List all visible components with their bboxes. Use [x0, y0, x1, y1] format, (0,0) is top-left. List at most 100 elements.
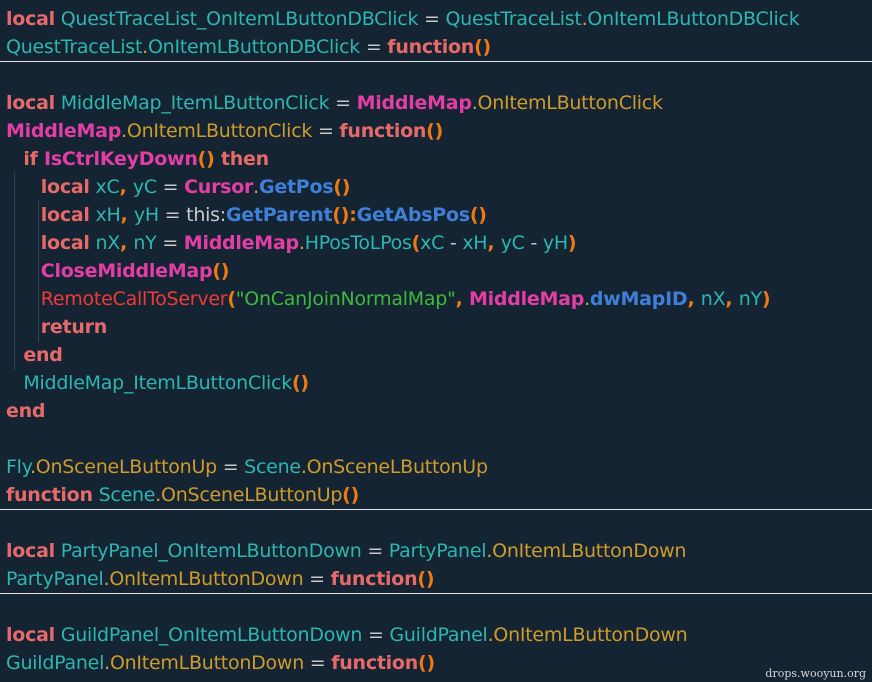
code-line[interactable]: function Scene.OnSceneLButtonUp() [6, 481, 359, 509]
code-token: OnItemLButtonDown [492, 540, 687, 562]
code-token: local [6, 624, 55, 646]
code-token: , [120, 232, 134, 254]
code-token: dwMapID [589, 288, 688, 310]
code-line[interactable]: local QuestTraceList_OnItemLButtonDBClic… [6, 5, 800, 33]
code-token: , [119, 176, 133, 198]
code-token: (): [332, 204, 357, 226]
code-token: PartyPanel [6, 568, 104, 590]
code-token: () [212, 260, 230, 282]
code-token: OnItemLButtonDown [109, 568, 304, 590]
code-editor[interactable]: local QuestTraceList_OnItemLButtonDBClic… [0, 0, 872, 682]
code-token: OnItemLButtonDBClick [587, 8, 800, 30]
code-token: OnItemLButtonDown [109, 652, 304, 674]
code-token: yC [500, 232, 525, 254]
code-token: - [444, 232, 463, 254]
code-token: function [330, 568, 418, 590]
code-token: = [304, 652, 332, 674]
code-token: Cursor [184, 176, 254, 198]
code-token: GetParent [225, 204, 333, 226]
code-token: CloseMiddleMap [40, 260, 213, 282]
code-token: QuestTraceList [6, 36, 143, 58]
code-line[interactable]: MiddleMap.OnItemLButtonClick = function(… [6, 117, 443, 145]
code-token: function [6, 484, 93, 506]
code-token: ) [567, 232, 577, 254]
code-token: , [725, 288, 739, 310]
code-token: MiddleMap [183, 232, 299, 254]
code-token: local [6, 8, 55, 30]
code-token: RemoteCallToServer [40, 288, 228, 310]
code-line[interactable]: QuestTraceList.OnItemLButtonDBClick = fu… [6, 33, 491, 61]
code-token: = [329, 92, 357, 114]
code-token: local [40, 176, 90, 198]
code-line[interactable]: if IsCtrlKeyDown() then [6, 145, 269, 173]
code-token: ( [227, 288, 236, 310]
code-token: () [469, 204, 487, 226]
code-token: = [362, 624, 390, 646]
code-line[interactable]: local PartyPanel_OnItemLButtonDown = Par… [6, 537, 686, 565]
code-token: nY [133, 232, 157, 254]
code-token: MiddleMap [468, 288, 585, 310]
code-token: xH [462, 232, 488, 254]
code-token: IsCtrlKeyDown [44, 148, 198, 170]
code-line[interactable]: MiddleMap_ItemLButtonClick() [6, 369, 309, 397]
code-token: MiddleMap [6, 120, 122, 142]
code-token: then [214, 148, 269, 170]
code-line[interactable]: local xH, yH = this:GetParent():GetAbsPo… [6, 201, 487, 229]
code-line[interactable]: local MiddleMap_ItemLButtonClick = Middl… [6, 89, 663, 117]
code-line[interactable]: end [6, 341, 63, 369]
code-token: = [216, 456, 245, 478]
code-token: function [339, 120, 427, 142]
code-token: end [23, 344, 63, 366]
code-token: function [387, 36, 475, 58]
separator-line [0, 593, 872, 594]
code-token: () [292, 372, 309, 394]
code-token: nX [700, 288, 726, 310]
code-token: OnSceneLButtonUp [35, 456, 217, 478]
code-token: , [455, 288, 469, 310]
code-line[interactable]: CloseMiddleMap() [6, 257, 230, 285]
code-token: Fly [6, 456, 30, 478]
code-token: yH [133, 204, 159, 226]
code-token: MiddleMap_ItemLButtonClick [60, 92, 330, 114]
code-token: return [40, 316, 108, 338]
code-token: () [197, 148, 215, 170]
code-line[interactable]: local GuildPanel_OnItemLButtonDown = Gui… [6, 621, 688, 649]
code-token: PartyPanel_OnItemLButtonDown [60, 540, 362, 562]
code-token: , [687, 288, 701, 310]
code-line[interactable]: return [6, 313, 108, 341]
code-token: = [361, 540, 389, 562]
code-token: = [312, 120, 340, 142]
code-line[interactable]: PartyPanel.OnItemLButtonDown = function(… [6, 565, 435, 593]
code-token: () [426, 120, 444, 142]
code-token: Scene [244, 456, 301, 478]
watermark: drops.wooyun.org [765, 667, 866, 680]
code-token: MiddleMap_ItemLButtonClick [23, 372, 292, 394]
code-token: function [331, 652, 419, 674]
code-line[interactable]: end [6, 397, 46, 425]
code-line[interactable]: local nX, nY = MiddleMap.HPosToLPos(xC -… [6, 229, 577, 257]
code-token: OnItemLButtonDBClick [147, 36, 361, 58]
code-line[interactable]: RemoteCallToServer("OnCanJoinNormalMap",… [6, 285, 771, 313]
code-line[interactable]: GuildPanel.OnItemLButtonDown = function(… [6, 649, 435, 677]
code-token: () [418, 652, 435, 674]
code-token: yH [542, 232, 568, 254]
code-token: xC [95, 176, 120, 198]
code-token: GetAbsPos [356, 204, 470, 226]
separator-line [0, 61, 872, 62]
code-line[interactable]: local xC, yC = Cursor.GetPos() [6, 173, 351, 201]
code-token: if [23, 148, 45, 170]
code-token: = [418, 8, 446, 30]
code-token: PartyPanel [388, 540, 487, 562]
code-token: MiddleMap [356, 92, 472, 114]
code-line[interactable]: Fly.OnSceneLButtonUp = Scene.OnSceneLBut… [6, 453, 488, 481]
code-token: local [40, 232, 90, 254]
code-token: QuestTraceList_OnItemLButtonDBClick [60, 8, 419, 30]
code-token: xH [95, 204, 121, 226]
code-token: () [342, 484, 360, 506]
code-token: OnItemLButtonClick [126, 120, 313, 142]
